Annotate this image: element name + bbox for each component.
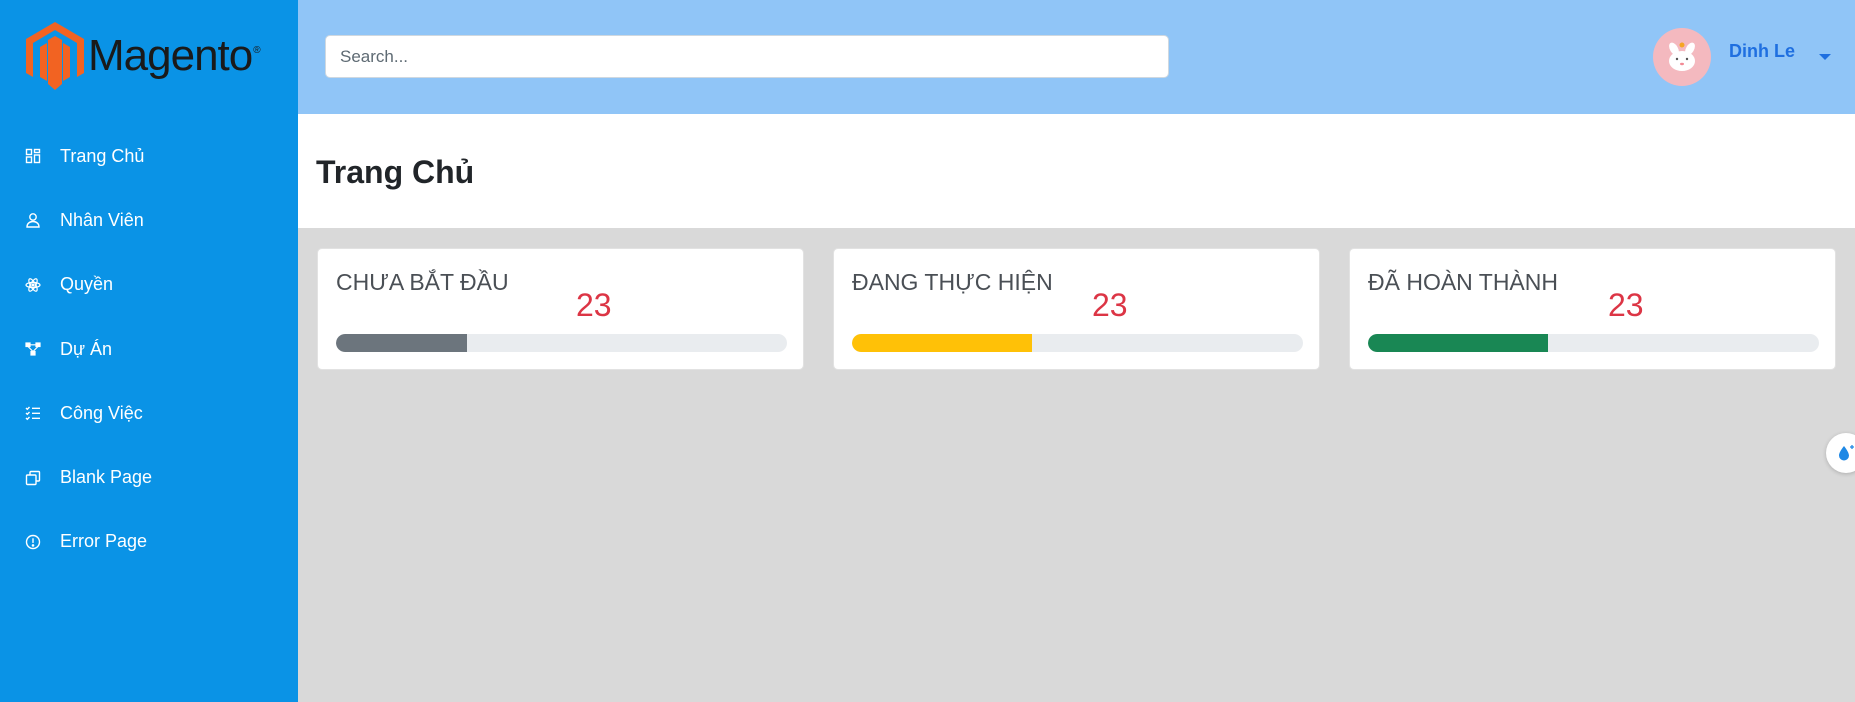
sidebar-item-label: Công Việc [60,402,143,423]
progress-bar [336,334,787,352]
sidebar-nav: Trang Chủ Nhân Viên Quyền Dự Án Công Việ… [0,124,298,574]
diagram-icon [24,340,42,358]
magento-logo-icon [26,22,84,90]
status-card-in-progress: ĐANG THỰC HIỆN 23 [833,248,1320,370]
top-header: Dinh Le [298,0,1855,114]
sidebar-item-trang-chu[interactable]: Trang Chủ [0,124,298,188]
exclamation-circle-icon [24,533,42,551]
sidebar-item-error-page[interactable]: Error Page [0,510,298,574]
sidebar-item-label: Dự Án [60,338,113,359]
avatar[interactable] [1653,28,1711,86]
progress-bar [1368,334,1819,352]
dashboard-grid-icon [24,147,42,165]
copy-pages-icon [24,469,42,487]
card-value: 23 [576,287,612,323]
floating-widget-button[interactable] [1826,433,1855,473]
user-menu[interactable]: Dinh Le [1653,28,1831,86]
status-card-not-started: CHƯA BẮT ĐẦU 23 [317,248,804,370]
progress-fill [1368,334,1549,352]
user-name[interactable]: Dinh Le [1729,41,1795,62]
bunny-avatar-icon [1669,42,1695,71]
registered-mark: ® [253,44,261,56]
sidebar: Magento ® Trang Chủ Nhân Viên Quyền Dự Án [0,0,298,702]
card-value: 23 [1608,287,1644,323]
status-card-completed: ĐÃ HOÀN THÀNH 23 [1349,248,1836,370]
water-drop-icon [1839,445,1854,461]
card-value: 23 [1092,287,1128,323]
chevron-down-icon[interactable] [1819,54,1831,60]
brand-name: Magento [88,31,253,80]
sidebar-item-label: Error Page [60,531,148,552]
sidebar-item-du-an[interactable]: Dự Án [0,317,298,381]
sidebar-item-blank-page[interactable]: Blank Page [0,445,298,509]
sidebar-item-nhan-vien[interactable]: Nhân Viên [0,188,298,252]
progress-bar [852,334,1303,352]
atom-icon [24,276,42,294]
card-title: ĐANG THỰC HIỆN [852,269,1053,295]
card-title: CHƯA BẮT ĐẦU [336,269,509,295]
sidebar-item-label: Blank Page [60,467,153,488]
search-input[interactable] [325,35,1169,78]
page-title-bar: Trang Chủ [298,114,1855,228]
sidebar-item-label: Nhân Viên [60,209,144,230]
page-title: Trang Chủ [316,154,475,190]
sidebar-item-label: Trang Chủ [60,145,145,166]
card-title: ĐÃ HOÀN THÀNH [1368,269,1558,295]
sidebar-item-cong-viec[interactable]: Công Việc [0,381,298,445]
progress-fill [336,334,467,352]
sidebar-item-label: Quyền [60,274,114,295]
magento-logo[interactable]: Magento ® [26,22,261,90]
checklist-icon [24,404,42,422]
sidebar-item-quyen[interactable]: Quyền [0,253,298,317]
person-icon [24,211,42,229]
progress-fill [852,334,1033,352]
